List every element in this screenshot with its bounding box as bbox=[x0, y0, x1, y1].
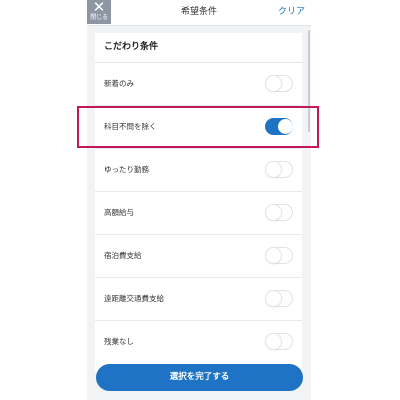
toggle-knob bbox=[266, 291, 281, 306]
close-button[interactable]: ✕ 閉じる bbox=[87, 0, 111, 24]
option-label: 遠距離交通費支給 bbox=[104, 294, 164, 303]
scrollbar[interactable] bbox=[308, 30, 310, 132]
toggle-knob bbox=[266, 248, 281, 263]
option-row-new-only[interactable]: 新着のみ bbox=[95, 63, 302, 106]
section-title: こだわり条件 bbox=[104, 42, 159, 52]
option-row-relaxed-work[interactable]: ゆったり勤務 bbox=[95, 149, 302, 192]
option-label: 宿泊費支給 bbox=[104, 251, 142, 260]
toggle-knob bbox=[278, 119, 293, 134]
page-title: 希望条件 bbox=[180, 7, 217, 17]
section-header: こだわり条件 bbox=[95, 33, 302, 63]
option-row-lodging-allowance[interactable]: 宿泊費支給 bbox=[95, 235, 302, 278]
close-label: 閉じる bbox=[90, 14, 108, 21]
option-label: ゆったり勤務 bbox=[104, 165, 149, 174]
conditions-card: こだわり条件 新着のみ 科目不問を除く ゆったり勤務 高額給与 宿泊費支給 遠距… bbox=[95, 33, 302, 373]
toggle-switch[interactable] bbox=[265, 118, 293, 135]
toggle-knob bbox=[266, 162, 281, 177]
toggle-switch[interactable] bbox=[265, 161, 293, 178]
complete-selection-button[interactable]: 選択を完了する bbox=[96, 364, 303, 391]
option-label: 科目不問を除く bbox=[104, 122, 157, 131]
toggle-knob bbox=[266, 76, 281, 91]
toggle-switch[interactable] bbox=[265, 204, 293, 221]
option-label: 新着のみ bbox=[104, 79, 134, 88]
toggle-switch[interactable] bbox=[265, 333, 293, 350]
option-label: 高額給与 bbox=[104, 208, 134, 217]
toggle-knob bbox=[266, 205, 281, 220]
toggle-switch[interactable] bbox=[265, 75, 293, 92]
top-bar: ✕ 閉じる 希望条件 クリア bbox=[87, 0, 311, 26]
screen: ✕ 閉じる 希望条件 クリア こだわり条件 新着のみ 科目不問を除く ゆったり勤… bbox=[0, 0, 400, 400]
option-label: 残業なし bbox=[104, 337, 134, 346]
filter-panel: ✕ 閉じる 希望条件 クリア こだわり条件 新着のみ 科目不問を除く ゆったり勤… bbox=[87, 0, 311, 400]
close-icon: ✕ bbox=[92, 0, 106, 16]
toggle-switch[interactable] bbox=[265, 290, 293, 307]
option-row-exclude-any-department[interactable]: 科目不問を除く bbox=[95, 106, 302, 149]
option-row-long-distance-transport[interactable]: 遠距離交通費支給 bbox=[95, 278, 302, 321]
toggle-switch[interactable] bbox=[265, 247, 293, 264]
option-row-high-salary[interactable]: 高額給与 bbox=[95, 192, 302, 235]
option-row-no-overtime[interactable]: 残業なし bbox=[95, 321, 302, 363]
toggle-knob bbox=[266, 334, 281, 349]
clear-button[interactable]: クリア bbox=[278, 0, 305, 25]
